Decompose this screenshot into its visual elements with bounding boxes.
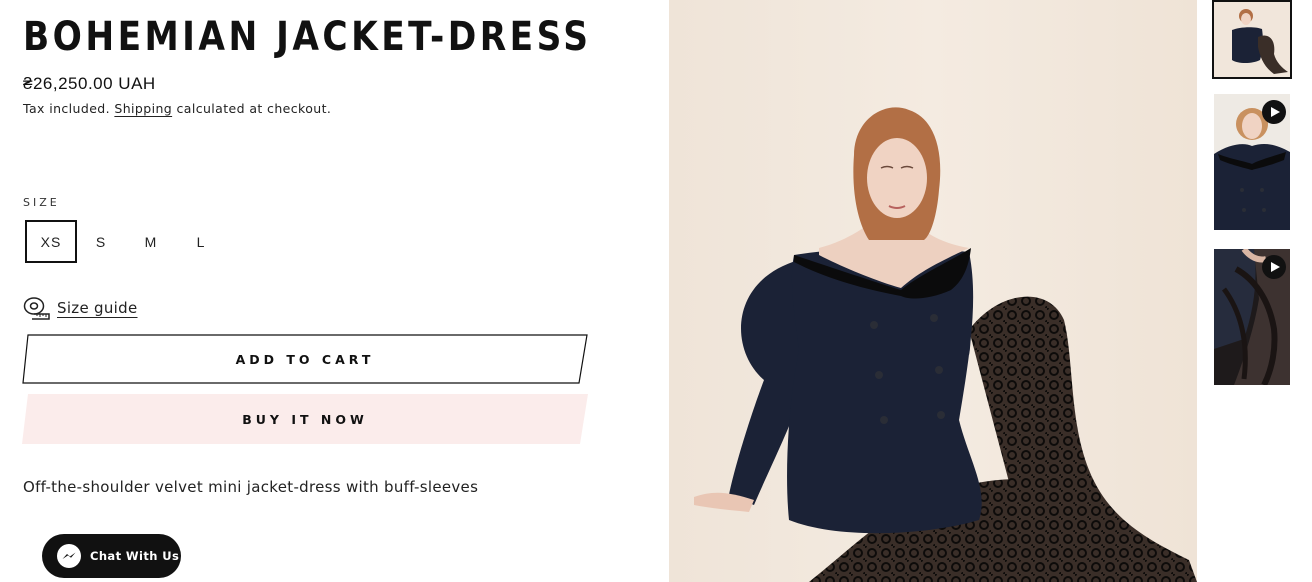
main-product-image[interactable]: [669, 0, 1197, 582]
size-option-m[interactable]: M: [125, 220, 177, 263]
size-guide-link[interactable]: Size guide: [23, 296, 138, 320]
shipping-link[interactable]: Shipping: [114, 101, 172, 116]
tax-note: Tax included. Shipping calculated at che…: [23, 101, 331, 116]
size-option-xs[interactable]: XS: [25, 220, 77, 263]
thumbnail-3[interactable]: [1214, 249, 1290, 385]
buy-now-label: BUY IT NOW: [242, 411, 368, 427]
measuring-tape-icon: [23, 297, 50, 320]
add-to-cart-label: ADD TO CART: [235, 351, 375, 367]
product-description: Off-the-shoulder velvet mini jacket-dres…: [23, 478, 479, 496]
size-selector: XS S M L: [25, 220, 227, 263]
add-to-cart-button[interactable]: ADD TO CART: [22, 334, 588, 384]
thumbnail-2[interactable]: [1214, 94, 1290, 230]
play-icon: [1262, 255, 1286, 279]
product-title: BOHEMIAN JACKET-DRESS: [23, 14, 592, 60]
chat-label: Chat With Us: [90, 549, 180, 563]
model-photo: [669, 0, 1197, 582]
tax-prefix: Tax included.: [23, 101, 110, 116]
size-option-l[interactable]: L: [175, 220, 227, 263]
size-guide-label: Size guide: [57, 299, 138, 317]
play-icon: [1262, 100, 1286, 124]
tax-suffix: calculated at checkout.: [176, 101, 332, 116]
size-label: SIZE: [23, 196, 60, 209]
buy-now-button[interactable]: BUY IT NOW: [22, 394, 588, 444]
chat-with-us-button[interactable]: Chat With Us: [42, 534, 181, 578]
messenger-icon: [57, 544, 81, 568]
size-option-s[interactable]: S: [75, 220, 127, 263]
product-price: ₴26,250.00 UAH: [23, 74, 156, 93]
thumbnail-1[interactable]: [1212, 0, 1292, 79]
